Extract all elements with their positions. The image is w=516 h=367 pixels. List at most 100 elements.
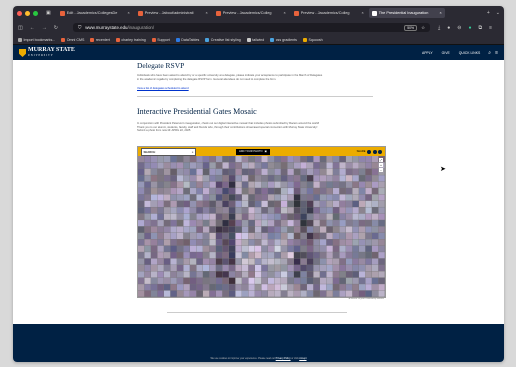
zoom-window-button[interactable]	[33, 10, 38, 16]
mosaic-tile	[281, 156, 288, 163]
bookmark-item[interactable]: recenlert	[90, 37, 110, 42]
close-tab-icon[interactable]: ×	[204, 11, 208, 15]
mosaic-image[interactable]: ⤢ + −	[138, 156, 385, 297]
minimize-window-button[interactable]	[25, 10, 30, 16]
close-tab-icon[interactable]: ×	[126, 11, 130, 15]
close-tab-icon[interactable]: ×	[438, 11, 442, 15]
mosaic-tile	[320, 200, 327, 207]
bookmark-item[interactable]: DataTables	[175, 37, 199, 42]
mosaic-tile	[177, 245, 184, 252]
bookmark-item[interactable]: css gradients	[270, 37, 297, 42]
shield-icon: ⛉	[77, 25, 82, 30]
mosaic-tile	[209, 264, 216, 272]
zoom-in-icon[interactable]: +	[379, 163, 383, 167]
mosaic-tile	[157, 200, 164, 207]
header-link[interactable]: APPLY	[422, 51, 433, 55]
close-window-button[interactable]	[17, 10, 22, 16]
university-logo[interactable]: MURRAY STATE UNIVERSITY	[19, 47, 75, 58]
mosaic-tile	[261, 175, 268, 182]
mosaic-widget[interactable]: SEARCH ⌕ ADD YOUR PHOTO ▣ SHARE ⤢ + −	[137, 146, 386, 298]
close-tab-icon[interactable]: ×	[360, 11, 364, 15]
bookmark-item[interactable]: Creative list styling	[205, 37, 241, 42]
tab-overview-icon[interactable]: ▣	[46, 10, 51, 16]
privacy-policy-link[interactable]: Privacy Policy	[276, 357, 291, 360]
header-link[interactable]: GIVE	[442, 51, 450, 55]
mosaic-tile	[339, 264, 346, 272]
add-photo-button[interactable]: ADD YOUR PHOTO ▣	[236, 148, 270, 155]
mosaic-tile	[352, 290, 359, 297]
mosaic-tile	[203, 188, 210, 195]
bookmark-item[interactable]: Omni CMS	[61, 37, 84, 42]
sidebar-toggle-icon[interactable]: ◫	[18, 25, 23, 31]
hamburger-menu-icon[interactable]: ≡	[495, 50, 498, 56]
close-tab-icon[interactable]: ×	[282, 11, 286, 15]
account-icon[interactable]: ●	[447, 25, 450, 31]
mosaic-tile	[222, 226, 229, 233]
mosaic-tile	[242, 277, 249, 284]
mosaic-tile	[183, 213, 190, 220]
bookmark-favicon-icon	[61, 37, 66, 42]
mosaic-tile	[378, 271, 385, 278]
browser-tab[interactable]: The Presidential Inauguration ×	[368, 8, 445, 18]
mosaic-tile	[365, 175, 372, 182]
fullscreen-icon[interactable]: ⤢	[379, 158, 383, 162]
mosaic-tile	[216, 156, 223, 163]
accept-cookies-link[interactable]: Accept	[299, 357, 306, 360]
mosaic-search-input[interactable]: SEARCH ⌕	[141, 147, 196, 156]
reload-icon[interactable]: ↻	[54, 25, 58, 31]
menu-icon[interactable]: ≡	[489, 25, 492, 31]
mosaic-tile	[138, 271, 145, 278]
bookmark-item[interactable]: Support	[151, 37, 170, 42]
mosaic-tile	[177, 200, 184, 207]
bookmark-item[interactable]: Import bookmarks...	[18, 37, 55, 42]
shield-logo-icon	[19, 49, 26, 57]
browser-tab[interactable]: Preview - Jacademics/Colleg ×	[291, 8, 367, 18]
header-link[interactable]: QUICK LINKS	[459, 51, 480, 55]
mosaic-tile	[313, 290, 320, 297]
bookmark-item[interactable]: charley training	[115, 37, 146, 42]
zoom-out-icon[interactable]: −	[379, 168, 383, 172]
browser-tab[interactable]: Preview - Jacademics/Colleg ×	[213, 8, 289, 18]
extension-icon[interactable]: ⊖	[457, 25, 461, 31]
browser-tab[interactable]: Preview - Jabout/administrati ×	[135, 8, 211, 18]
mosaic-tile	[164, 207, 171, 214]
mosaic-tile	[261, 200, 268, 207]
extensions-icon[interactable]: ⧉	[479, 25, 483, 31]
download-icon[interactable]: ⤓	[438, 25, 440, 31]
tab-list-icon[interactable]: ⌄	[496, 10, 500, 16]
mosaic-tile	[144, 226, 151, 233]
search-icon[interactable]: ⌕	[488, 50, 491, 56]
mosaic-tile	[346, 277, 353, 284]
mosaic-tile	[164, 290, 171, 297]
mosaic-tile	[229, 245, 236, 252]
mosaic-tile	[157, 264, 164, 272]
forward-icon[interactable]: →	[42, 25, 47, 31]
mosaic-tile	[346, 156, 353, 163]
delegates-list-link[interactable]: View a list of delegates scheduled to at…	[137, 87, 189, 90]
new-tab-icon[interactable]: +	[487, 10, 490, 16]
twitter-icon[interactable]	[372, 149, 377, 154]
facebook-icon[interactable]	[367, 149, 371, 154]
url-bar[interactable]: ⛉ www.murraystate.edu/inauguration/ 50% …	[72, 23, 431, 32]
mosaic-tile	[300, 232, 307, 240]
mosaic-tile	[294, 168, 301, 175]
back-icon[interactable]: ←	[30, 25, 35, 31]
mosaic-tile	[164, 232, 171, 240]
bookmark-star-icon[interactable]: ☆	[421, 25, 425, 31]
mosaic-tile	[144, 277, 151, 284]
mosaic-tile	[359, 264, 366, 272]
mosaic-tile	[365, 264, 372, 272]
zoom-level[interactable]: 50%	[404, 24, 418, 31]
extension-green-icon[interactable]: ●	[468, 25, 471, 31]
mosaic-tile	[320, 175, 327, 182]
bookmark-item[interactable]: tailwind	[246, 37, 264, 42]
magnifier-icon[interactable]: ⌕	[192, 150, 194, 154]
mosaic-tile	[216, 194, 223, 201]
linkedin-icon[interactable]	[378, 149, 382, 154]
site-footer: We use cookies to improve your experienc…	[13, 324, 504, 362]
bookmark-item[interactable]: Squoosh	[302, 37, 323, 42]
mosaic-tile	[190, 252, 197, 259]
mosaic-tile	[274, 252, 281, 259]
browser-tab[interactable]: Edit - Jacademics/CollegesDe ×	[57, 8, 133, 18]
mosaic-tile	[190, 175, 197, 182]
